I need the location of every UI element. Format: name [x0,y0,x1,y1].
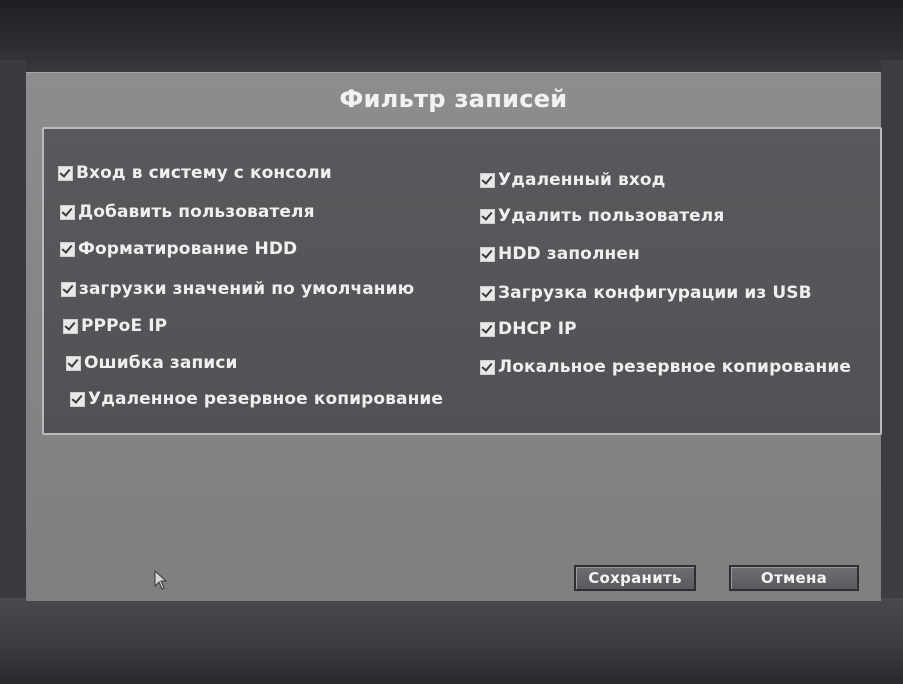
filter-option-label: Удалить пользователя [498,206,725,226]
checkbox-checked-icon[interactable] [66,355,81,371]
filter-option-console-login[interactable]: Вход в систему с консоли [58,163,332,183]
save-button[interactable]: Сохранить [574,565,696,591]
checkbox-checked-icon[interactable] [480,359,495,375]
cancel-button[interactable]: Отмена [729,565,859,591]
filter-option-label: Вход в систему с консоли [76,163,332,183]
checkbox-checked-icon[interactable] [63,318,78,334]
monitor-bezel-left [0,60,26,620]
filter-option-pppoe-ip[interactable]: PPPoE IP [63,316,167,336]
filter-option-label: Добавить пользователя [78,202,315,222]
checkbox-checked-icon[interactable] [480,172,495,188]
filter-option-hdd-format[interactable]: Форматирование HDD [60,239,297,259]
monitor-bezel-right [881,60,903,620]
filter-option-dhcp-ip[interactable]: DHCP IP [480,319,577,339]
filter-option-label: HDD заполнен [498,244,640,264]
mouse-pointer-icon [154,569,168,590]
checkbox-checked-icon[interactable] [480,285,495,301]
filter-option-remote-login[interactable]: Удаленный вход [480,170,666,190]
checkbox-checked-icon[interactable] [60,204,75,220]
checkbox-checked-icon[interactable] [480,208,495,224]
filter-option-label: Удаленный вход [498,170,666,190]
filter-option-label: Ошибка записи [84,353,238,373]
checkbox-checked-icon[interactable] [480,321,495,337]
filter-option-remote-backup[interactable]: Удаленное резервное копирование [70,389,443,409]
monitor-bezel-bottom [0,598,903,684]
checkbox-checked-icon[interactable] [70,391,85,407]
checkbox-checked-icon[interactable] [58,165,73,181]
checkbox-checked-icon[interactable] [60,241,75,257]
dialog-title: Фильтр записей [339,85,568,113]
filter-option-label: Форматирование HDD [78,239,298,259]
filter-option-load-defaults[interactable]: загрузки значений по умолчанию [61,279,414,299]
filter-option-label: загрузки значений по умолчанию [79,279,415,299]
filter-option-label: Загрузка конфигурации из USB [498,283,812,303]
filter-option-label: Удаленное резервное копирование [88,389,444,409]
checkbox-checked-icon[interactable] [480,246,495,262]
filter-option-label: PPPoE IP [81,316,168,336]
filter-option-record-error[interactable]: Ошибка записи [66,353,238,373]
filter-option-usb-config-load[interactable]: Загрузка конфигурации из USB [480,283,812,303]
filter-option-local-backup[interactable]: Локальное резервное копирование [480,357,851,377]
record-filter-dialog: Фильтр записей Вход в систему с консоли … [26,72,882,601]
filter-option-label: Локальное резервное копирование [498,357,852,377]
filter-option-add-user[interactable]: Добавить пользователя [60,202,315,222]
filter-option-label: DHCP IP [498,319,577,339]
monitor-bezel-top [0,0,903,75]
checkbox-checked-icon[interactable] [61,281,76,297]
filter-option-delete-user[interactable]: Удалить пользователя [480,206,724,226]
filter-option-hdd-full[interactable]: HDD заполнен [480,244,640,264]
